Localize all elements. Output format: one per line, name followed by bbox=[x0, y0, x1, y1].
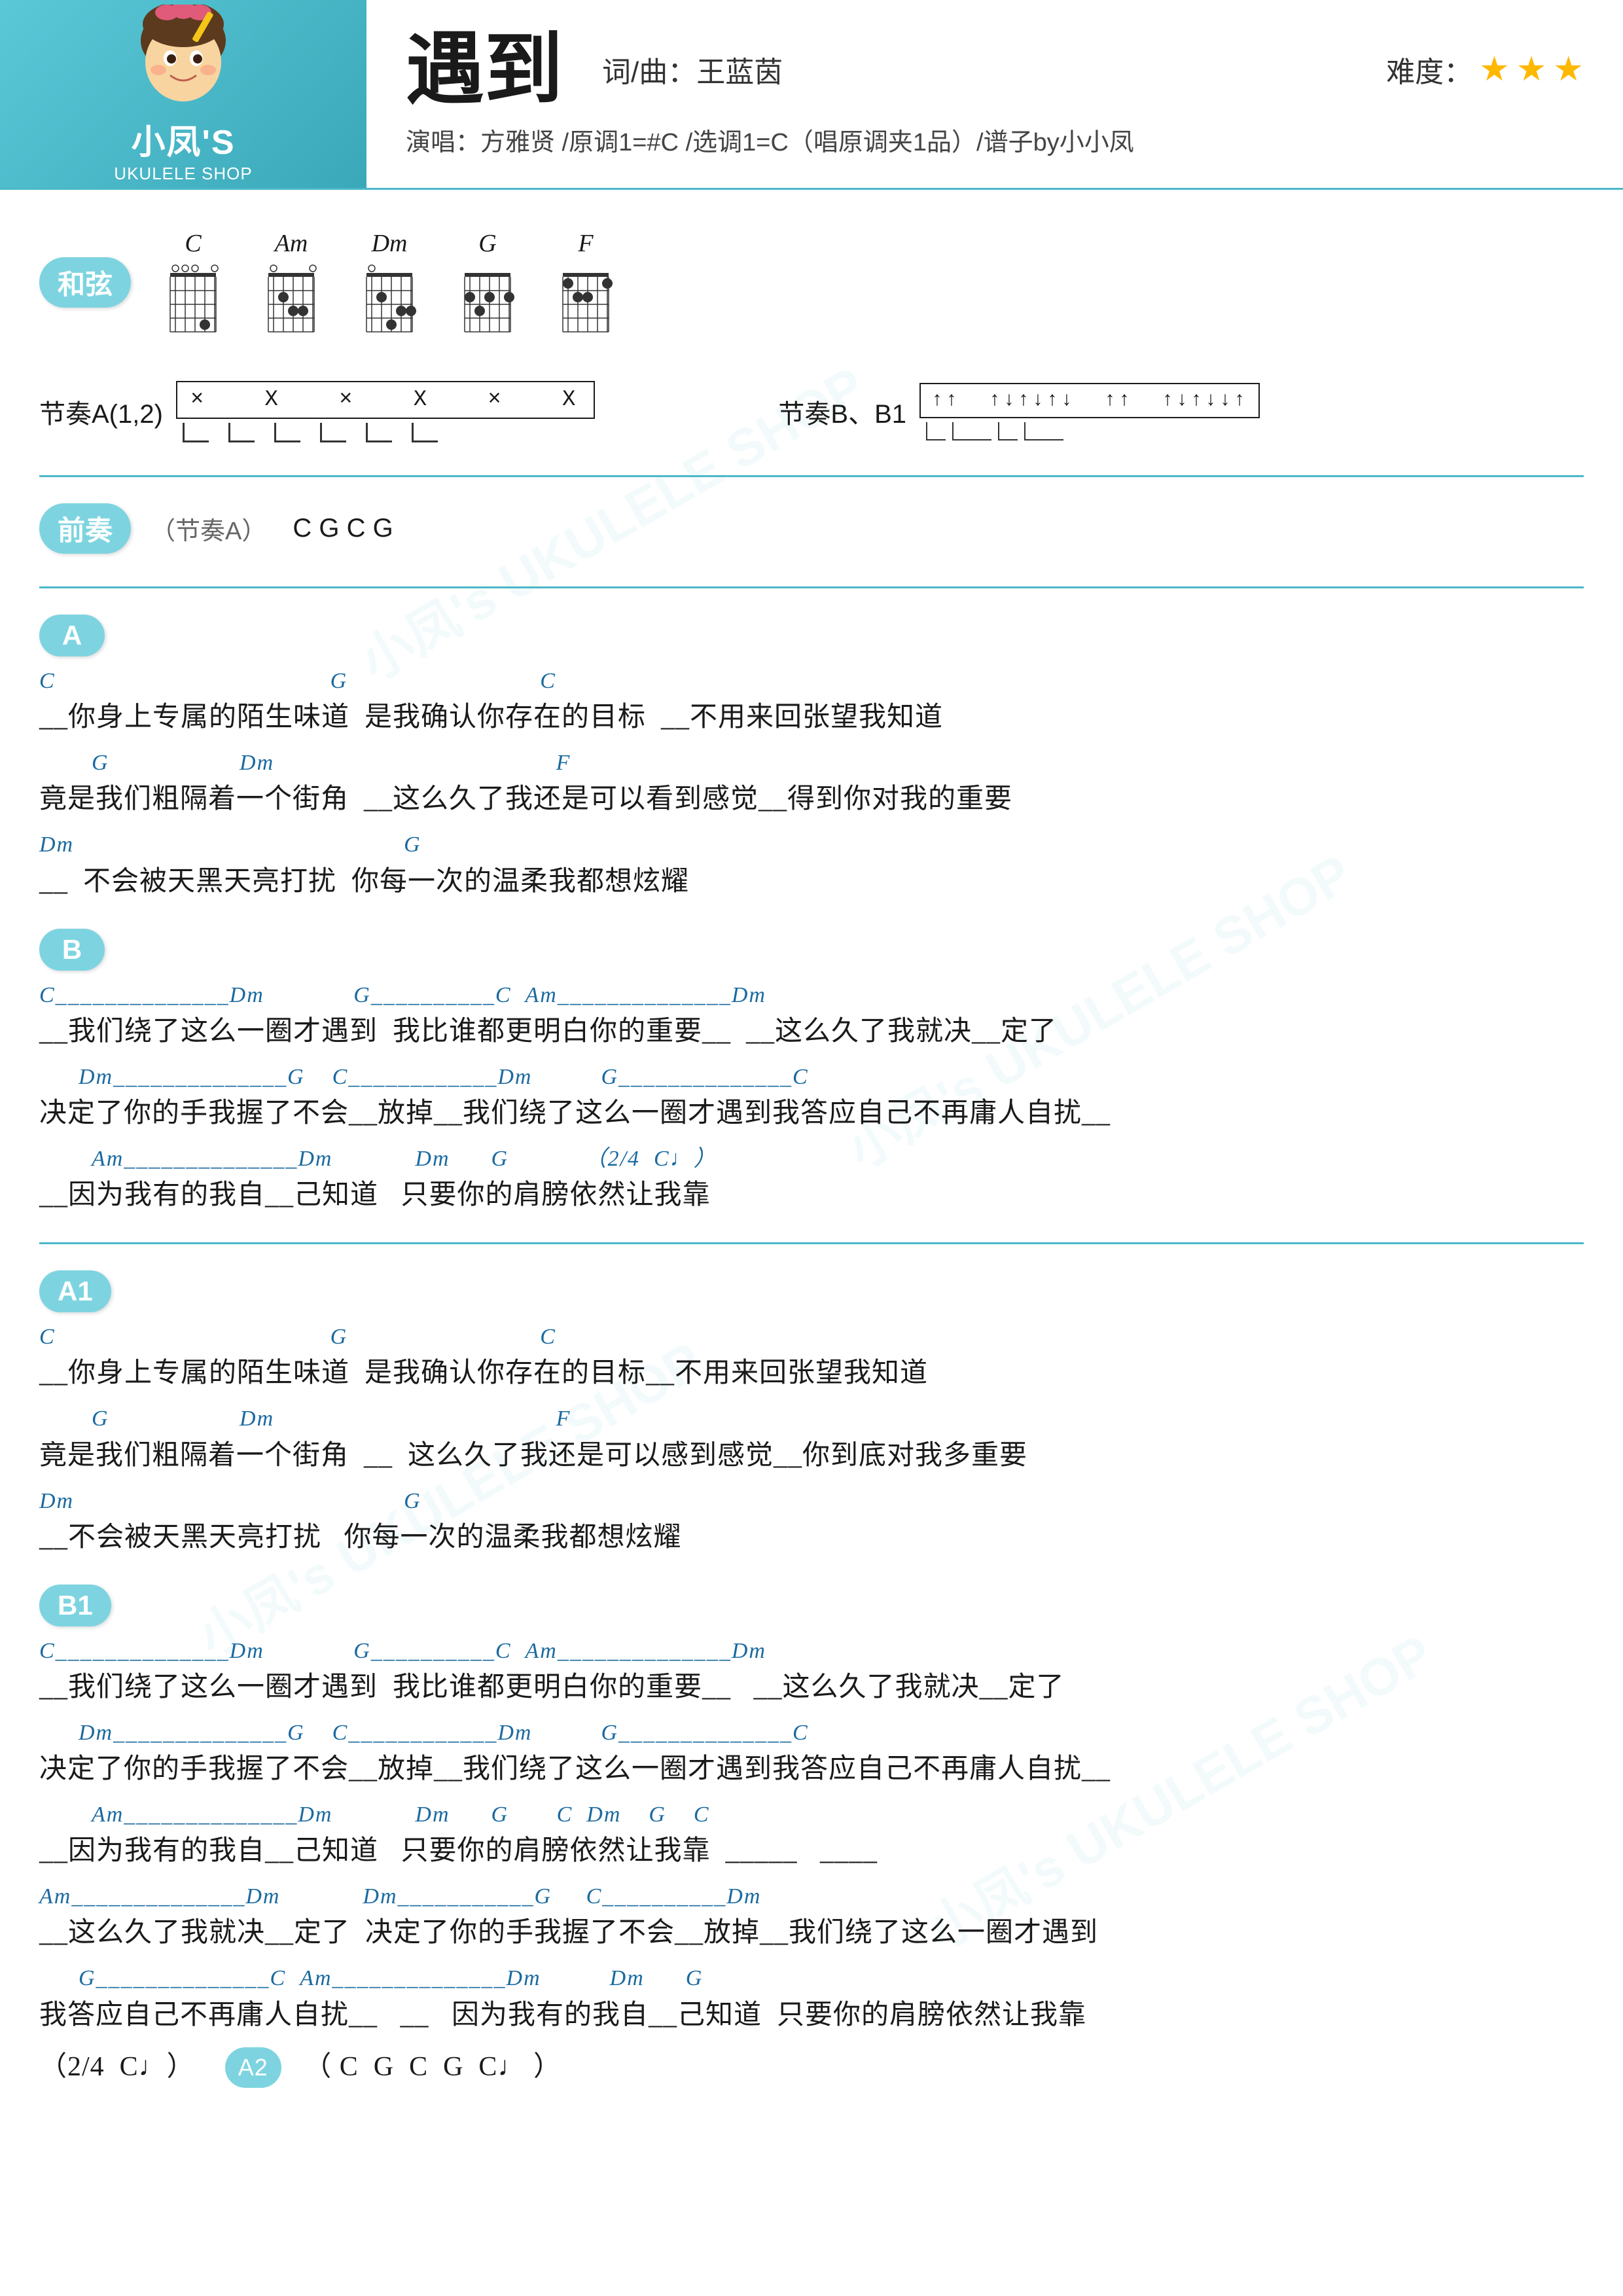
section-a1-line2: G Dm F 竟是我们粗隔着一个街角 __ 这么久了我还是可以感到感觉__你到底… bbox=[39, 1405, 1584, 1476]
logo-text-sub: UKULELE SHOP bbox=[114, 164, 252, 184]
star-2: ★ bbox=[1516, 50, 1547, 89]
main-content: 小凤's UKULELE SHOP 小凤's UKULELE SHOP 小凤's… bbox=[0, 190, 1623, 2140]
chord-g-diagram bbox=[458, 263, 517, 335]
rhythm-b-block: 节奏B、B1 ↑↑ ↑↓↑↓↑↓ ↑↑ ↑↓↑↓↓↑ bbox=[778, 383, 1260, 440]
rhythm-a-pattern: × X × X × X bbox=[176, 381, 595, 419]
section-a1-header: A1 bbox=[39, 1270, 1584, 1312]
section-b1: B1 C______________Dm G__________C Am____… bbox=[39, 1585, 1584, 2088]
rhythm-a-label: 节奏A(1,2) bbox=[39, 393, 163, 431]
separator-1 bbox=[39, 475, 1584, 477]
chord-f-diagram bbox=[556, 263, 615, 335]
prelude-label: 前奏 bbox=[39, 503, 131, 554]
logo-text-main: 小凤'S bbox=[131, 115, 235, 164]
separator-2 bbox=[39, 586, 1584, 588]
section-b1-header: B1 bbox=[39, 1585, 1584, 1626]
chord-group: C bbox=[164, 229, 615, 335]
chord-am-diagram bbox=[262, 263, 321, 335]
section-b-line1: C______________Dm G__________C Am_______… bbox=[39, 981, 1584, 1052]
section-b1-line3: Am______________Dm Dm G C Dm G C __因为我有的… bbox=[39, 1801, 1584, 1872]
section-a-label: A bbox=[39, 615, 105, 656]
title-area: 遇到 词/曲：王蓝茵 难度： ★ ★ ★ 演唱：方雅贤 /原调1=#C /选调1… bbox=[366, 0, 1623, 188]
section-a1-line1: C G C __你身上专属的陌生味道 是我确认你存在的目标__不用来回张望我知道 bbox=[39, 1323, 1584, 1394]
rhythm-b-label: 节奏B、B1 bbox=[778, 393, 906, 431]
section-a-line2: G Dm F 竟是我们粗隔着一个街角 __这么久了我还是可以看到感觉__得到你对… bbox=[39, 749, 1584, 820]
rhythm-a-block: 节奏A(1,2) × X × X × X bbox=[39, 381, 595, 442]
chord-am: Am bbox=[262, 229, 321, 335]
chord-g: G bbox=[458, 229, 517, 335]
section-b1-line1: C______________Dm G__________C Am_______… bbox=[39, 1637, 1584, 1708]
chord-c-diagram bbox=[164, 263, 223, 335]
logo-icon bbox=[131, 5, 236, 109]
logo-area: 小凤'S UKULELE SHOP bbox=[0, 0, 366, 188]
section-b1-label: B1 bbox=[39, 1585, 111, 1626]
rhythm-b-pattern: ↑↑ ↑↓↑↓↑↓ ↑↑ ↑↓↑↓↓↑ bbox=[919, 383, 1260, 418]
chord-dm-diagram bbox=[360, 263, 419, 335]
star-1: ★ bbox=[1479, 50, 1510, 89]
section-b1-line6: （2/4 C♩） A2 （ C G C G C♩ ） bbox=[39, 2047, 1584, 2088]
section-b-label: B bbox=[39, 929, 105, 971]
difficulty: 难度： ★ ★ ★ bbox=[1386, 48, 1584, 90]
section-a-header: A bbox=[39, 615, 1584, 656]
chord-dm: Dm bbox=[360, 229, 419, 335]
a2-bubble: A2 bbox=[225, 2047, 281, 2088]
section-b-header: B bbox=[39, 929, 1584, 971]
composer-label: 词/曲：王蓝茵 bbox=[602, 48, 783, 90]
prelude-note: （节奏A） bbox=[151, 511, 266, 547]
section-a: A C G C __你身上专属的陌生味道 是我确认你存在的目标 __不用来回张望… bbox=[39, 615, 1584, 903]
section-b1-line2: Dm______________G C____________Dm G_____… bbox=[39, 1719, 1584, 1790]
star-3: ★ bbox=[1553, 50, 1584, 89]
header: 小凤'S UKULELE SHOP 遇到 词/曲：王蓝茵 难度： ★ ★ ★ 演… bbox=[0, 0, 1623, 190]
chord-f: F bbox=[556, 229, 615, 335]
chords-label: 和弦 bbox=[39, 257, 131, 308]
rhythm-section: 节奏A(1,2) × X × X × X 节奏B、B1 bbox=[39, 381, 1584, 442]
section-b-line3: Am______________Dm Dm G （2/4 C♩） __因为我有的… bbox=[39, 1145, 1584, 1216]
chords-section: 和弦 C bbox=[39, 216, 1584, 348]
section-b1-line5: G______________C Am______________Dm Dm G… bbox=[39, 1964, 1584, 2036]
section-b1-line4: Am______________Dm Dm___________G C_____… bbox=[39, 1882, 1584, 1954]
section-a-line1: C G C __你身上专属的陌生味道 是我确认你存在的目标 __不用来回张望我知… bbox=[39, 667, 1584, 738]
prelude-section: 前奏 （节奏A） C G C G bbox=[39, 503, 1584, 554]
section-b-line2: Dm______________G C____________Dm G_____… bbox=[39, 1063, 1584, 1134]
prelude-content: （节奏A） C G C G bbox=[151, 511, 393, 547]
section-a1-label: A1 bbox=[39, 1270, 111, 1312]
prelude-chords: C G C G bbox=[293, 514, 393, 543]
section-a-line3: Dm G __ 不会被天黑天亮打扰 你每一次的温柔我都想炫耀 bbox=[39, 831, 1584, 902]
separator-3 bbox=[39, 1242, 1584, 1244]
section-b: B C______________Dm G__________C Am_____… bbox=[39, 929, 1584, 1217]
chord-c: C bbox=[164, 229, 223, 335]
section-a1-line3: Dm G __不会被天黑天亮打扰 你每一次的温柔我都想炫耀 bbox=[39, 1487, 1584, 1558]
song-title: 遇到 bbox=[406, 30, 563, 109]
section-a1: A1 C G C __你身上专属的陌生味道 是我确认你存在的目标__不用来回张望… bbox=[39, 1270, 1584, 1558]
subtitle: 演唱：方雅贤 /原调1=#C /选调1=C（唱原调夹1品）/谱子by小小凤 bbox=[406, 122, 1584, 158]
